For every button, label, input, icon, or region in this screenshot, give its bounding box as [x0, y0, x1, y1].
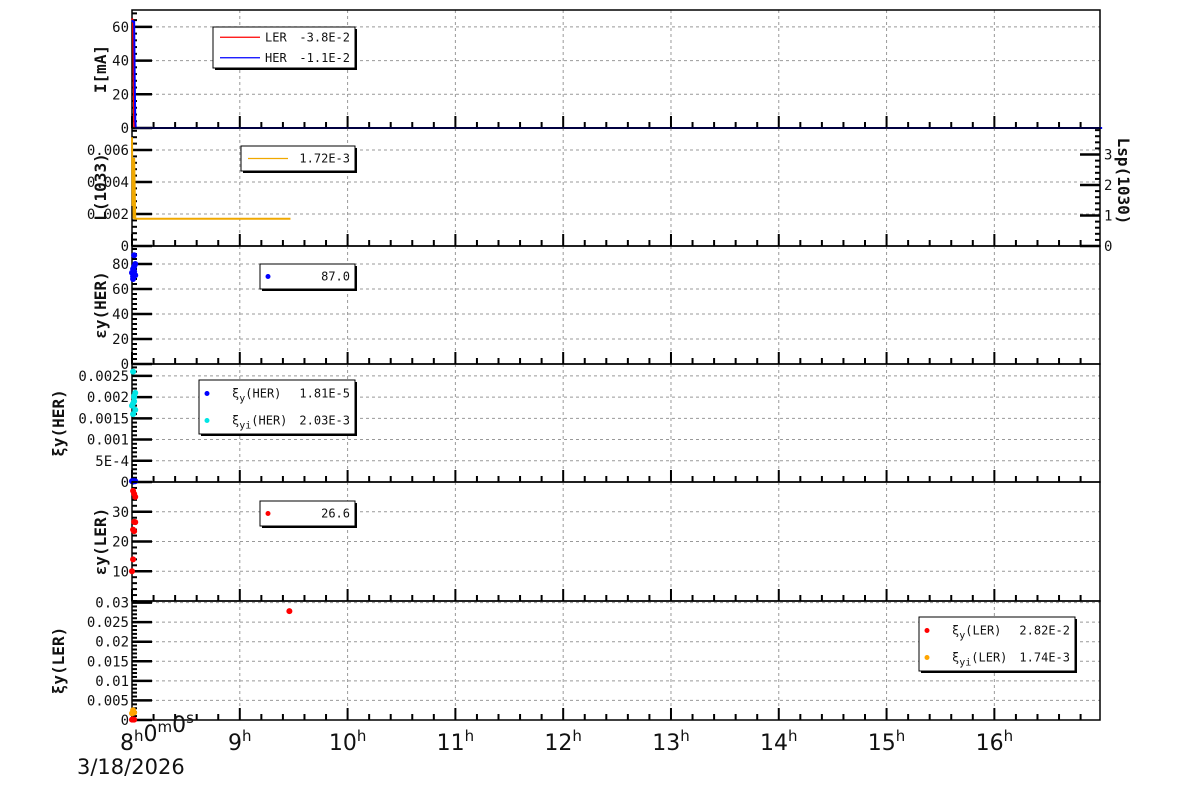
data-point	[132, 406, 139, 413]
x-tick-label: 12h	[544, 727, 582, 756]
y-axis-label: εy(HER)	[91, 271, 110, 338]
panel-4: 0 5E-4 0.001 0.0015 0.002 0.0025 ξy(HER) ξy(HER…	[49, 363, 1101, 491]
y-tick-label: 40	[112, 307, 129, 323]
data-point	[132, 493, 139, 500]
data-point	[131, 252, 138, 259]
legend-marker-swatch	[924, 628, 930, 633]
x-tick-label: 11h	[437, 727, 475, 756]
x-date-label: 3/18/2026	[77, 755, 185, 779]
x-tick-label: 14h	[760, 727, 798, 756]
y-tick-label: 0.025	[87, 615, 129, 631]
y-tick-label: 0.01	[95, 674, 129, 690]
y-tick-label: 0.02	[95, 635, 129, 651]
y-tick-label: 20	[112, 332, 129, 348]
data-point	[132, 519, 139, 526]
y-tick-label: 0	[121, 713, 129, 729]
data-point	[130, 487, 137, 494]
x-tick-label: 15h	[868, 727, 906, 756]
panel-3: 020406080εy(HER) 87.0	[91, 245, 1101, 373]
y-tick-label: 0.005	[87, 693, 129, 709]
legend: 1.72E-3	[240, 145, 357, 173]
legend-series-name: HER	[265, 51, 287, 65]
x-tick-label: 16h	[976, 727, 1014, 756]
y-axis-label: εy(LER)	[91, 508, 110, 575]
right-tick-label: 1	[1104, 209, 1112, 225]
right-tick-label: 3	[1104, 148, 1112, 164]
y-axis-label: L(1033)	[91, 153, 110, 220]
y-axis-label: I[mA]	[91, 45, 110, 93]
data-point	[130, 400, 137, 407]
legend-value: 2.03E-3	[299, 414, 350, 428]
y-tick-label: 0.0025	[78, 369, 129, 385]
legend-value: 87.0	[321, 270, 350, 284]
legend-value: -3.8E-2	[299, 30, 350, 44]
legend-marker-swatch	[265, 511, 271, 516]
legend: ξy(LER) 2.82E-2ξyi(LER) 1.74E-3	[918, 616, 1077, 673]
panel-5: 10 20 30εy(LER) 26.6	[91, 481, 1101, 602]
y-tick-label: 0.002	[87, 390, 129, 406]
data-point	[131, 528, 138, 535]
legend-marker-swatch	[265, 274, 271, 279]
y-tick-label: 0	[121, 239, 129, 255]
panel-1: 0 20 40 60I[mA] LER -3.8E-2 HER -1.1E-2	[91, 9, 1103, 137]
y-tick-label: 10	[112, 564, 129, 580]
data-point	[286, 608, 293, 615]
data-point	[131, 709, 138, 716]
data-point	[131, 392, 138, 399]
y-tick-label: 0.0015	[78, 411, 129, 427]
y-tick-label: 20	[112, 535, 129, 551]
y-tick-label: 40	[112, 54, 129, 70]
data-point	[130, 368, 137, 375]
x-tick-label: 9h	[228, 727, 252, 756]
panel-2: 00.0020.0040.006L(1033)0123 Lsp(1030)1.72…	[87, 127, 1133, 255]
legend: LER -3.8E-2 HER -1.1E-2	[212, 26, 357, 70]
right-tick-label: 2	[1104, 178, 1112, 194]
legend-value: 1.74E-3	[1019, 651, 1070, 665]
legend-series-name: LER	[265, 30, 287, 44]
data-point	[131, 716, 138, 723]
legend-value: 26.6	[321, 507, 350, 521]
legend: ξy(HER) 1.81E-5ξyi(HER) 2.03E-3	[198, 379, 357, 436]
y-tick-label: 80	[112, 257, 129, 273]
y-tick-label: 60	[112, 282, 129, 298]
y-tick-label: 20	[112, 87, 129, 103]
legend-marker-swatch	[204, 391, 210, 396]
y-tick-label: 30	[112, 505, 129, 521]
legend-value: 1.81E-5	[299, 387, 350, 401]
data-point	[131, 268, 138, 275]
legend-value: -1.1E-2	[299, 51, 350, 65]
y-tick-label: 0	[121, 475, 129, 491]
legend: 87.0	[259, 263, 357, 291]
x-tick-label: 10h	[329, 727, 367, 756]
right-tick-label: 0	[1104, 239, 1112, 255]
legend: 26.6	[259, 500, 357, 528]
y-tick-label: 0.001	[87, 433, 129, 449]
data-point	[130, 556, 137, 563]
legend-value: 2.82E-2	[1019, 624, 1070, 638]
y-axis-label: ξy(LER)	[49, 627, 68, 694]
data-point	[129, 568, 135, 575]
y-tick-label: 0	[121, 121, 129, 137]
legend-marker-swatch	[204, 418, 210, 423]
legend-marker-swatch	[924, 655, 930, 660]
x-tick-label: 13h	[652, 727, 690, 756]
right-axis-label: Lsp(1030)	[1114, 138, 1133, 225]
panel-6: 0 0.005 0.01 0.015 0.02 0.025 0.03 ξy(LER) ξy(LE…	[49, 596, 1101, 729]
legend-value: 1.72E-3	[299, 152, 350, 166]
data-point	[130, 273, 137, 280]
y-tick-label: 60	[112, 20, 129, 36]
y-tick-label: 0.03	[95, 596, 129, 612]
multi-panel-time-chart: 0204060I[mA]LER -3.8E-2HER -1.1E-200.0020.…	[49, 9, 1133, 756]
y-axis-label: ξy(HER)	[49, 389, 68, 456]
y-tick-label: 0.015	[87, 654, 129, 670]
y-tick-label: 5E-4	[95, 454, 129, 470]
